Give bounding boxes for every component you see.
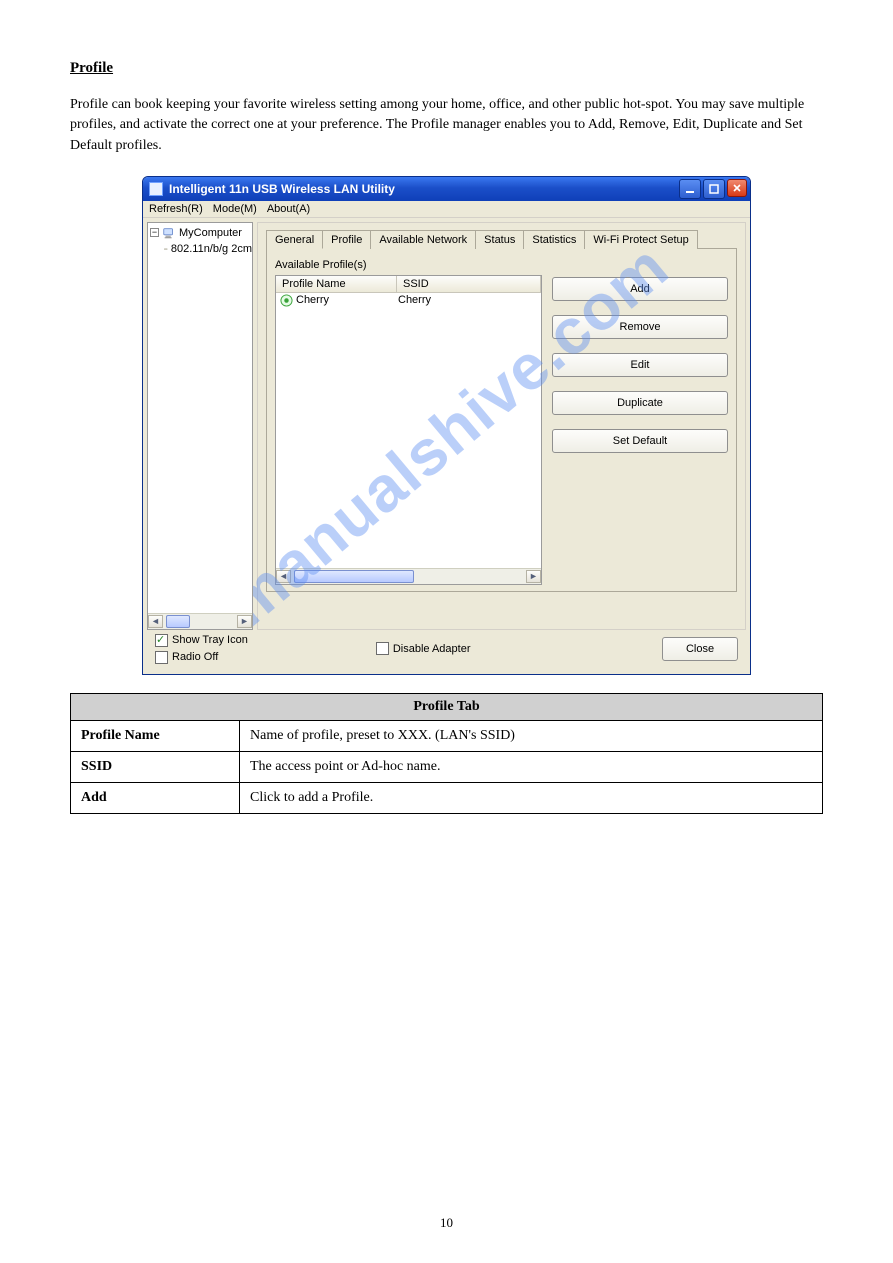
footer-bar: Show Tray Icon Radio Off Disable Adapter… bbox=[147, 630, 746, 670]
table-value: Click to add a Profile. bbox=[240, 782, 823, 813]
tab-profile[interactable]: Profile bbox=[322, 230, 370, 249]
table-row: Add Click to add a Profile. bbox=[71, 782, 823, 813]
profile-list[interactable]: Profile Name SSID Cherry bbox=[275, 275, 542, 585]
checkbox-icon bbox=[376, 642, 389, 655]
add-button[interactable]: Add bbox=[552, 277, 728, 301]
tree-root-label: MyComputer bbox=[179, 227, 242, 239]
menu-bar: Refresh(R) Mode(M) About(A) bbox=[143, 201, 750, 218]
set-default-button[interactable]: Set Default bbox=[552, 429, 728, 453]
tab-general[interactable]: General bbox=[266, 230, 322, 249]
tree-panel: − MyComputer 802.11n/b/g 2cm ◄ bbox=[147, 222, 253, 630]
collapse-icon[interactable]: − bbox=[150, 228, 159, 237]
tree-scrollbar[interactable]: ◄ ► bbox=[148, 613, 252, 629]
scroll-thumb[interactable] bbox=[166, 615, 190, 628]
profile-row-ssid: Cherry bbox=[394, 294, 541, 307]
menu-mode[interactable]: Mode(M) bbox=[213, 203, 257, 215]
list-scrollbar[interactable]: ◄ ► bbox=[276, 568, 541, 584]
profile-row[interactable]: Cherry Cherry bbox=[276, 293, 541, 307]
tab-statistics[interactable]: Statistics bbox=[523, 230, 584, 249]
radio-off-checkbox[interactable]: Radio Off bbox=[155, 651, 248, 664]
scroll-right-icon[interactable]: ► bbox=[237, 615, 252, 628]
tab-content: Available Profile(s) Profile Name SSID bbox=[266, 248, 737, 592]
screenshot: manualshive.com Intelligent 11n USB Wire… bbox=[142, 176, 751, 675]
title-bar: Intelligent 11n USB Wireless LAN Utility bbox=[143, 177, 750, 201]
tab-available-network[interactable]: Available Network bbox=[370, 230, 475, 249]
menu-refresh[interactable]: Refresh(R) bbox=[149, 203, 203, 215]
window-title: Intelligent 11n USB Wireless LAN Utility bbox=[169, 182, 673, 196]
profile-tab-table: Profile Tab Profile Name Name of profile… bbox=[70, 693, 823, 814]
section-heading: Profile bbox=[70, 60, 823, 77]
scroll-left-icon[interactable]: ◄ bbox=[276, 570, 291, 583]
duplicate-button[interactable]: Duplicate bbox=[552, 391, 728, 415]
tab-status[interactable]: Status bbox=[475, 230, 523, 249]
tab-strip: General Profile Available Network Status… bbox=[266, 229, 737, 248]
profile-list-header: Profile Name SSID bbox=[276, 276, 541, 293]
maximize-button[interactable] bbox=[703, 179, 725, 199]
adapter-icon bbox=[164, 242, 168, 256]
show-tray-icon-label: Show Tray Icon bbox=[172, 634, 248, 646]
scroll-thumb[interactable] bbox=[294, 570, 414, 583]
intro-paragraph: Profile can book keeping your favorite w… bbox=[70, 95, 823, 156]
disable-adapter-checkbox[interactable]: Disable Adapter bbox=[376, 642, 471, 655]
col-profile-name[interactable]: Profile Name bbox=[276, 276, 397, 292]
tree-adapter-label: 802.11n/b/g 2cm bbox=[171, 243, 252, 255]
show-tray-icon-checkbox[interactable]: Show Tray Icon bbox=[155, 634, 248, 647]
menu-about[interactable]: About(A) bbox=[267, 203, 310, 215]
table-row: Profile Name Name of profile, preset to … bbox=[71, 720, 823, 751]
app-window: Intelligent 11n USB Wireless LAN Utility… bbox=[142, 176, 751, 675]
table-row: SSID The access point or Ad-hoc name. bbox=[71, 751, 823, 782]
scroll-right-icon[interactable]: ► bbox=[526, 570, 541, 583]
checkbox-icon bbox=[155, 634, 168, 647]
profile-row-name: Cherry bbox=[296, 294, 329, 306]
col-ssid[interactable]: SSID bbox=[397, 276, 541, 292]
app-icon bbox=[149, 182, 163, 196]
scroll-left-icon[interactable]: ◄ bbox=[148, 615, 163, 628]
close-button[interactable]: Close bbox=[662, 637, 738, 661]
computer-icon bbox=[162, 226, 176, 240]
table-value: Name of profile, preset to XXX. (LAN's S… bbox=[240, 720, 823, 751]
remove-button[interactable]: Remove bbox=[552, 315, 728, 339]
table-key: Profile Name bbox=[71, 720, 240, 751]
checkbox-icon bbox=[155, 651, 168, 664]
available-profiles-label: Available Profile(s) bbox=[275, 259, 728, 271]
tree-root[interactable]: − MyComputer bbox=[150, 225, 252, 241]
radio-off-label: Radio Off bbox=[172, 651, 218, 663]
table-key: Add bbox=[71, 782, 240, 813]
close-window-button[interactable] bbox=[727, 179, 747, 197]
minimize-button[interactable] bbox=[679, 179, 701, 199]
tab-wps[interactable]: Wi-Fi Protect Setup bbox=[584, 230, 697, 249]
page-number: 10 bbox=[0, 1215, 893, 1231]
tree-adapter[interactable]: 802.11n/b/g 2cm bbox=[150, 241, 252, 257]
profile-icon bbox=[280, 294, 293, 307]
edit-button[interactable]: Edit bbox=[552, 353, 728, 377]
main-panel: General Profile Available Network Status… bbox=[257, 222, 746, 630]
table-value: The access point or Ad-hoc name. bbox=[240, 751, 823, 782]
table-key: SSID bbox=[71, 751, 240, 782]
disable-adapter-label: Disable Adapter bbox=[393, 643, 471, 655]
table-header: Profile Tab bbox=[71, 693, 823, 720]
